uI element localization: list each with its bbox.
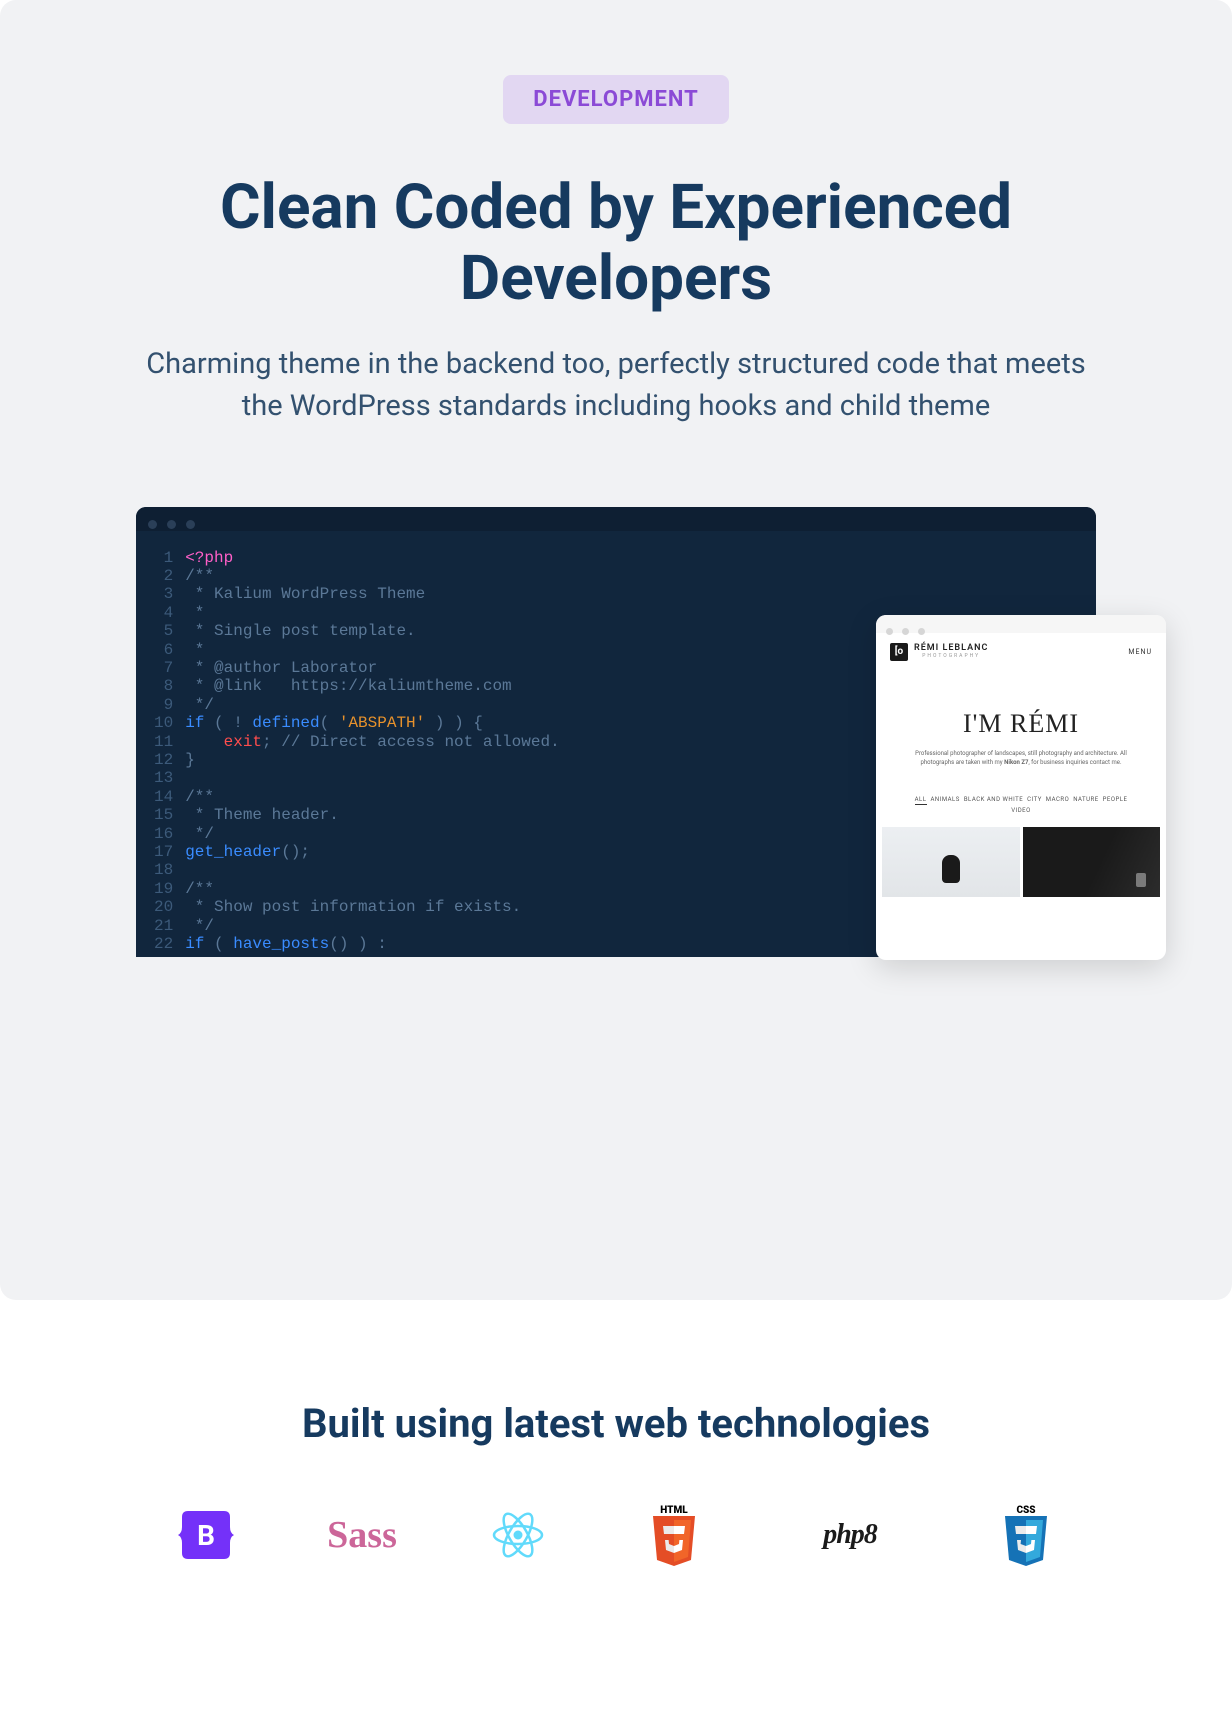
- preview-hero: I'M RÉMI Professional photographer of la…: [876, 671, 1166, 782]
- preview-header: [o RÉMI LEBLANC PHOTOGRAPHY MENU: [876, 633, 1166, 671]
- technologies-row: B Sass HTML: [0, 1505, 1232, 1565]
- css3-icon: CSS: [991, 1505, 1061, 1565]
- preview-menu-label: MENU: [1128, 648, 1152, 656]
- react-icon: [483, 1505, 553, 1565]
- html5-icon: HTML: [639, 1505, 709, 1565]
- preview-hero-subtitle: Professional photographer of landscapes,…: [896, 749, 1146, 768]
- editor-window-chrome: [136, 507, 1096, 531]
- preview-thumb: [882, 827, 1020, 897]
- svg-text:CSS: CSS: [1016, 1505, 1035, 1516]
- bootstrap-icon: B: [171, 1505, 241, 1565]
- svg-text:HTML: HTML: [660, 1505, 688, 1516]
- php8-icon: php8: [795, 1505, 905, 1565]
- browser-window-chrome: [876, 615, 1166, 633]
- feature-panel: DEVELOPMENT Clean Coded by Experienced D…: [0, 0, 1232, 1300]
- technologies-title: Built using latest web technologies: [0, 1400, 1232, 1447]
- window-dot: [902, 628, 909, 635]
- window-dot: [918, 628, 925, 635]
- preview-logo: [o RÉMI LEBLANC PHOTOGRAPHY: [890, 643, 988, 661]
- preview-thumb: [1023, 827, 1161, 897]
- technologies-section: Built using latest web technologies B Sa…: [0, 1400, 1232, 1565]
- sass-icon: Sass: [327, 1505, 397, 1565]
- preview-site-tagline: PHOTOGRAPHY: [914, 653, 988, 659]
- category-badge: DEVELOPMENT: [503, 75, 728, 124]
- code-preview: 12345678910111213141516171819202122 <?ph…: [136, 507, 1096, 957]
- preview-site-name: RÉMI LEBLANC: [914, 644, 988, 653]
- window-dot: [167, 520, 176, 529]
- section-subtitle: Charming theme in the backend too, perfe…: [126, 343, 1106, 427]
- line-numbers: 12345678910111213141516171819202122: [136, 549, 185, 954]
- preview-hero-title: I'M RÉMI: [896, 709, 1146, 739]
- window-dot: [186, 520, 195, 529]
- preview-categories: ALL ANIMALS BLACK AND WHITE CITY MACRO N…: [876, 782, 1166, 821]
- section-title: Clean Coded by Experienced Developers: [166, 172, 1066, 315]
- svg-text:B: B: [197, 1519, 215, 1552]
- window-dot: [886, 628, 893, 635]
- site-preview: [o RÉMI LEBLANC PHOTOGRAPHY MENU I'M RÉM…: [876, 615, 1166, 960]
- window-dot: [148, 520, 157, 529]
- logo-mark-icon: [o: [890, 643, 908, 661]
- code-content: <?php /** * Kalium WordPress Theme * * S…: [185, 549, 559, 954]
- preview-gallery: [876, 821, 1166, 897]
